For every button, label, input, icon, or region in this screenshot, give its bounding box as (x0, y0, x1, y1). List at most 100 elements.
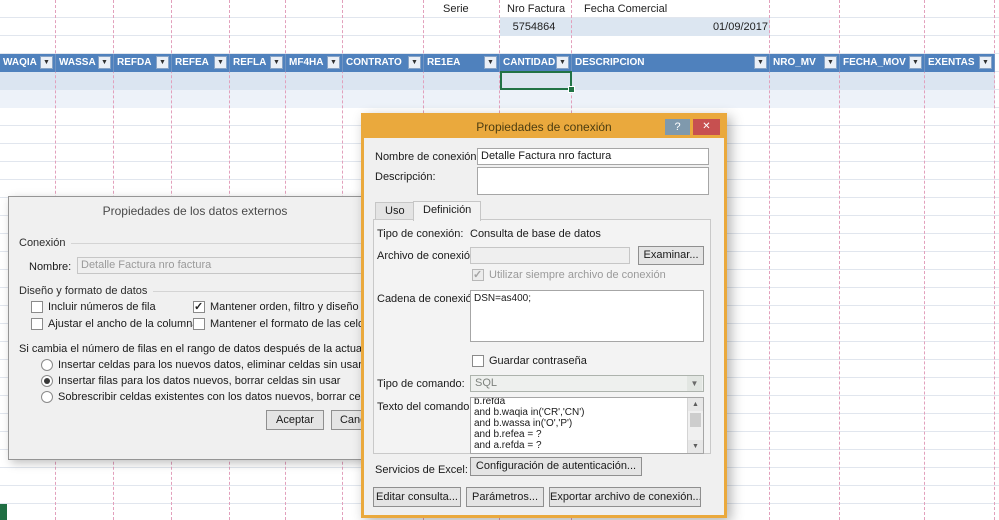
radio-icon[interactable] (41, 359, 53, 371)
radio-insertar-celdas[interactable]: Insertar celdas para los nuevos datos, e… (41, 359, 362, 371)
texto-comando-textarea[interactable]: b.refda and b.waqia in('CR','CN') and b.… (470, 397, 704, 454)
column-header-refea: REFEA ▼ (172, 54, 230, 72)
column-header-nro_mv: NRO_MV ▼ (770, 54, 840, 72)
filter-button[interactable]: ▼ (40, 56, 53, 69)
fecha-comercial-label: Fecha Comercial (584, 3, 668, 15)
column-header-label: REFEA (175, 57, 209, 68)
radio-insertar-filas[interactable]: Insertar filas para los datos nuevos, bo… (41, 375, 340, 387)
help-icon[interactable]: ? (665, 119, 690, 135)
tab-uso[interactable]: Uso (375, 202, 415, 220)
column-header-label: FECHA_MOV (843, 57, 906, 68)
green-accent (0, 504, 7, 520)
scrollbar[interactable]: ▲ ▼ (687, 398, 703, 453)
exportar-archivo-button[interactable]: Exportar archivo de conexión... (549, 487, 701, 507)
nombre-conexion-field[interactable]: Detalle Factura nro factura (477, 148, 709, 165)
checkbox-label: Ajustar el ancho de la columna (48, 318, 199, 330)
cadena-conexion-textarea[interactable]: DSN=as400; (470, 290, 704, 342)
checkbox-mantener-orden[interactable]: Mantener orden, filtro y diseño de colum… (193, 300, 381, 313)
filter-button[interactable]: ▼ (270, 56, 283, 69)
column-header-re1ea: RE1EA ▼ (424, 54, 500, 72)
descripcion-field[interactable] (477, 167, 709, 195)
group-divider (153, 290, 375, 292)
column-header-waqia: WAQIA ▼ (0, 54, 56, 72)
filter-button[interactable]: ▼ (754, 56, 767, 69)
checkbox-label: Guardar contraseña (489, 355, 587, 367)
fill-handle[interactable] (568, 86, 575, 93)
tipo-conexion-value: Consulta de base de datos (470, 228, 601, 240)
column-header-mf4ha: MF4HA ▼ (286, 54, 343, 72)
scroll-up-icon[interactable]: ▲ (688, 398, 703, 411)
close-icon[interactable]: ✕ (693, 119, 720, 135)
scrollbar-thumb[interactable] (690, 413, 701, 427)
servicios-excel-label: Servicios de Excel: (375, 464, 468, 476)
radio-icon[interactable] (41, 391, 53, 403)
tipo-conexion-label: Tipo de conexión: (377, 228, 464, 240)
examinar-button[interactable]: Examinar... (638, 246, 704, 265)
fecha-comercial-value[interactable]: 01/09/2017 (572, 21, 768, 33)
checkbox-ajustar-ancho[interactable]: Ajustar el ancho de la columna (31, 318, 198, 330)
serie-label: Serie (443, 3, 469, 15)
nombre-field: Detalle Factura nro factura (77, 257, 369, 274)
column-header-descripcion: DESCRIPCION ▼ (572, 54, 770, 72)
nro-factura-value[interactable]: 5754864 (500, 21, 568, 33)
editar-consulta-button[interactable]: Editar consulta... (373, 487, 461, 507)
parametros-button[interactable]: Parámetros... (466, 487, 544, 507)
conexion-group: Conexión (19, 237, 375, 249)
table-header-row: WAQIA ▼ WASSA ▼ REFDA ▼ REFEA ▼ REFLA ▼ MF4HA ▼ CONT… (0, 54, 995, 72)
tipo-comando-label: Tipo de comando: (377, 378, 465, 390)
checkbox-icon[interactable] (472, 355, 484, 367)
aceptar-button[interactable]: Aceptar (266, 410, 324, 430)
resize-question-label: Si cambia el número de filas en el rango… (19, 343, 382, 355)
radio-sobrescribir[interactable]: Sobrescribir celdas existentes con los d… (41, 391, 381, 403)
checkbox-label: Utilizar siempre archivo de conexión (489, 269, 666, 281)
cadena-conexion-label: Cadena de conexión: (377, 293, 481, 305)
tab-definicion[interactable]: Definición (413, 201, 482, 221)
filter-button[interactable]: ▼ (909, 56, 922, 69)
nombre-label: Nombre: (29, 261, 72, 273)
column-header-refda: REFDA ▼ (114, 54, 172, 72)
checkbox-disabled-icon (472, 268, 484, 281)
chevron-down-icon: ▼ (687, 376, 702, 391)
conexion-group-label: Conexión (19, 237, 66, 249)
column-header-wassa: WASSA ▼ (56, 54, 114, 72)
checkbox-label: Mantener orden, filtro y diseño de colum… (210, 301, 381, 313)
checkbox-checked-icon[interactable] (193, 300, 205, 313)
checkbox-icon[interactable] (193, 318, 205, 330)
radio-label: Insertar celdas para los nuevos datos, e… (58, 359, 362, 371)
filter-button[interactable]: ▼ (824, 56, 837, 69)
column-header-label: WASSA (59, 57, 96, 68)
dropdown-value: SQL (475, 377, 498, 389)
radio-selected-icon[interactable] (41, 375, 53, 387)
texto-comando-label: Texto del comando: (377, 401, 473, 413)
dialog-content: Nombre de conexión: Detalle Factura nro … (364, 138, 724, 515)
filter-button[interactable]: ▼ (98, 56, 111, 69)
checkbox-icon[interactable] (31, 318, 43, 330)
selected-cell[interactable] (500, 71, 572, 90)
checkbox-icon[interactable] (31, 301, 43, 313)
texto-comando-text: b.refda and b.waqia in('CR','CN') and b.… (474, 397, 585, 451)
external-data-properties-dialog: Propiedades de los datos externos Conexi… (8, 196, 382, 460)
checkbox-mantener-formato[interactable]: Mantener el formato de las celdas (193, 318, 376, 330)
diseno-group: Diseño y formato de datos (19, 285, 375, 297)
column-header-label: EXENTAS (928, 57, 975, 68)
tipo-comando-dropdown: SQL ▼ (470, 375, 704, 392)
configuracion-autenticacion-button[interactable]: Configuración de autenticación... (470, 457, 642, 476)
column-header-fecha_mov: FECHA_MOV ▼ (840, 54, 925, 72)
column-header-cantidad: CANTIDAD ▼ (500, 54, 572, 72)
checkbox-guardar-contrasena[interactable]: Guardar contraseña (472, 355, 587, 367)
filter-button[interactable]: ▼ (327, 56, 340, 69)
column-header-label: MF4HA (289, 57, 324, 68)
scroll-down-icon[interactable]: ▼ (688, 440, 703, 453)
filter-button[interactable]: ▼ (408, 56, 421, 69)
filter-button[interactable]: ▼ (484, 56, 497, 69)
column-header-contrato: CONTRATO ▼ (343, 54, 424, 72)
checkbox-label: Mantener el formato de las celdas (210, 318, 376, 330)
filter-button[interactable]: ▼ (214, 56, 227, 69)
filter-button[interactable]: ▼ (156, 56, 169, 69)
filter-button[interactable]: ▼ (979, 56, 992, 69)
column-header-label: CANTIDAD (503, 57, 556, 68)
diseno-group-label: Diseño y formato de datos (19, 285, 148, 297)
column-header-label: NRO_MV (773, 57, 816, 68)
checkbox-incluir-numeros[interactable]: Incluir números de fila (31, 301, 156, 313)
filter-button[interactable]: ▼ (556, 56, 569, 69)
